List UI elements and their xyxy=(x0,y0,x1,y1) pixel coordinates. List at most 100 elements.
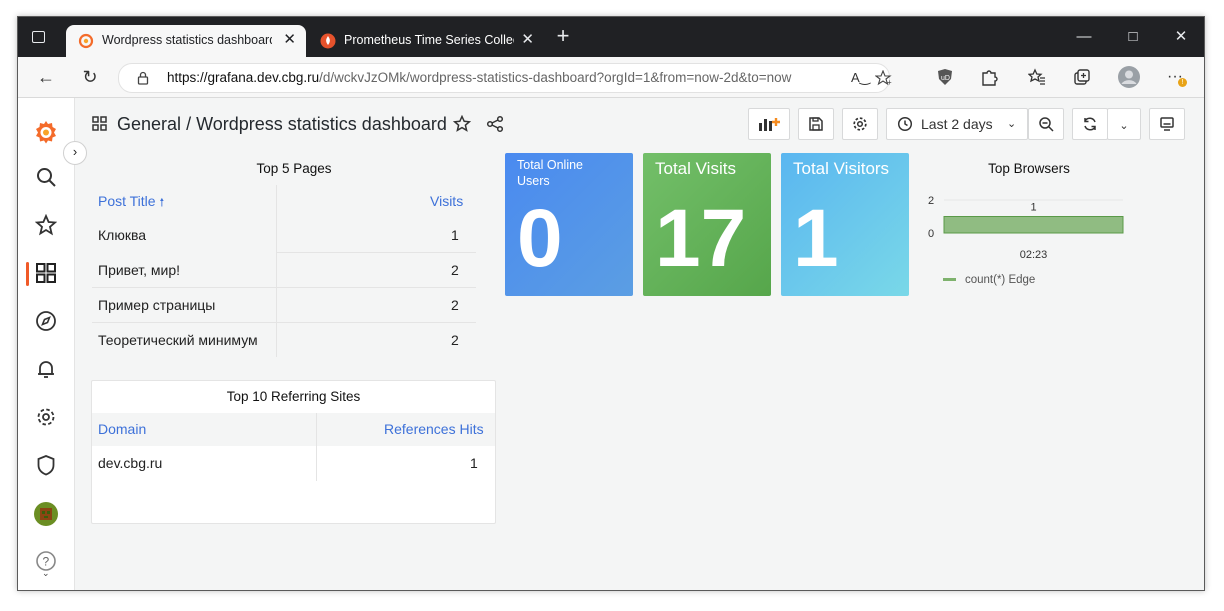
referring-sites-panel: Top 10 Referring Sites Domain References… xyxy=(91,380,496,524)
row-divider xyxy=(276,252,476,253)
add-favorite-icon[interactable]: + xyxy=(875,70,893,86)
row-divider xyxy=(92,322,476,323)
alerting-bell-icon[interactable] xyxy=(35,358,57,380)
bar xyxy=(943,216,1124,234)
grafana-logo-icon[interactable] xyxy=(33,119,59,145)
panel-title: Top 10 Referring Sites xyxy=(226,389,361,404)
top-pages-panel: Top 5 Pages Post Title 🠕 Visits Клюква 1… xyxy=(92,153,496,365)
breadcrumb: General / Wordpress statistics dashboard xyxy=(117,114,447,135)
top-browsers-chart: 2 0 1 02:23 count(*) Edge xyxy=(928,195,1124,286)
address-bar: ← ↻ https://grafana.dev.cbg.ru/d/wckvJzO… xyxy=(18,57,1204,98)
table-cell-title: Пример страницы xyxy=(98,297,216,313)
refresh-icon[interactable]: ↻ xyxy=(80,67,100,87)
folder-link[interactable]: General xyxy=(117,114,181,134)
profile-avatar-icon[interactable] xyxy=(1118,66,1140,88)
save-dashboard-button[interactable] xyxy=(798,108,834,140)
tab-grafana[interactable]: Wordpress statistics dashboard - ✕ xyxy=(66,25,306,57)
server-admin-shield-icon[interactable] xyxy=(35,454,57,476)
grafana-sidebar: ? ⌄ xyxy=(18,98,75,590)
sort-arrow-icon: 🠕 xyxy=(159,197,165,209)
time-range-label: Last 2 days xyxy=(921,116,993,132)
tv-mode-button[interactable] xyxy=(1149,108,1185,140)
column-header-domain[interactable]: Domain xyxy=(98,421,146,437)
add-panel-icon xyxy=(759,118,780,131)
chevron-down-icon: ⌄ xyxy=(1119,120,1129,132)
tab-close-icon[interactable]: ✕ xyxy=(283,31,296,49)
dashboard-settings-button[interactable] xyxy=(842,108,878,140)
clock-icon xyxy=(897,116,913,132)
table-cell-hits: 1 xyxy=(470,455,478,471)
svg-text:uD: uD xyxy=(941,75,950,82)
legend-swatch xyxy=(943,278,956,281)
total-online-users-stat: Total Online Users 0 xyxy=(505,153,633,296)
collections-icon[interactable] xyxy=(1073,68,1091,86)
tab-prometheus[interactable]: Prometheus Time Series Collectio ✕ xyxy=(308,25,544,57)
svg-text:?: ? xyxy=(43,555,50,569)
star-icon[interactable] xyxy=(453,115,471,133)
table-cell-title: Клюква xyxy=(98,227,147,243)
tab-title: Prometheus Time Series Collectio xyxy=(344,33,514,47)
prometheus-favicon-icon xyxy=(320,33,336,49)
y-tick-label: 2 xyxy=(928,195,934,207)
svg-text:+: + xyxy=(887,78,892,86)
url-field[interactable]: https://grafana.dev.cbg.ru/d/wckvJzOMk/w… xyxy=(118,63,893,93)
lock-icon xyxy=(137,71,149,85)
add-panel-button[interactable] xyxy=(748,108,790,140)
table-cell-domain: dev.cbg.ru xyxy=(98,455,163,471)
y-tick-label: 0 xyxy=(928,228,934,240)
favorites-icon[interactable] xyxy=(1028,68,1046,86)
stat-value: 0 xyxy=(517,193,563,284)
update-badge-icon: ! xyxy=(1178,78,1187,87)
x-tick-label: 02:23 xyxy=(1020,249,1048,261)
page-title: Wordpress statistics dashboard xyxy=(196,114,447,134)
data-label: 1 xyxy=(1030,202,1036,214)
time-picker-button[interactable]: Last 2 days ⌄ xyxy=(886,108,1028,140)
starred-icon[interactable] xyxy=(35,214,57,236)
url-text: https://grafana.dev.cbg.ru/d/wckvJzOMk/w… xyxy=(167,70,792,85)
new-tab-button[interactable]: + xyxy=(552,25,574,47)
extensions-icon[interactable] xyxy=(980,68,998,86)
zoom-out-icon xyxy=(1039,117,1054,132)
column-header-references-hits[interactable]: References Hits xyxy=(384,421,484,437)
tab-close-icon[interactable]: ✕ xyxy=(521,31,534,49)
chevron-down-icon: ⌄ xyxy=(42,568,50,578)
stat-title: Total Online Users xyxy=(517,158,584,188)
read-aloud-icon[interactable]: A‿ xyxy=(851,70,870,86)
back-icon[interactable]: ← xyxy=(36,67,56,87)
tab-bar: Wordpress statistics dashboard - ✕ Prome… xyxy=(18,17,1204,57)
settings-gear-icon xyxy=(853,117,867,131)
ublock-icon[interactable]: uD xyxy=(936,68,954,86)
top-browsers-panel: Top Browsers 2 0 1 02:23 count(*) Edge xyxy=(918,153,1140,293)
zoom-out-button[interactable] xyxy=(1028,108,1064,140)
row-divider xyxy=(92,287,476,288)
refresh-dashboard-button[interactable] xyxy=(1072,108,1108,140)
refresh-interval-button[interactable]: ⌄ xyxy=(1107,108,1141,140)
stat-title: Total Visits xyxy=(655,159,736,178)
save-icon xyxy=(809,117,823,131)
table-cell-visits: 1 xyxy=(451,227,459,243)
column-header-visits[interactable]: Visits xyxy=(430,193,463,209)
breadcrumb-separator: / xyxy=(186,114,192,134)
table-cell-title: Привет, мир! xyxy=(98,262,181,278)
legend-label: count(*) Edge xyxy=(965,274,1035,286)
chevron-down-icon: ⌄ xyxy=(1007,118,1017,130)
table-cell-visits: 2 xyxy=(451,297,459,313)
tab-actions-icon[interactable] xyxy=(32,31,45,43)
panel-title: Top 5 Pages xyxy=(256,161,332,176)
sidebar-expand-button[interactable]: › xyxy=(63,141,87,165)
maximize-icon[interactable]: □ xyxy=(1123,27,1143,47)
user-avatar-icon[interactable] xyxy=(34,502,58,526)
dashboard-grid-icon xyxy=(92,116,107,131)
column-header-post-title[interactable]: Post Title 🠕 xyxy=(98,193,164,213)
minimize-icon[interactable]: — xyxy=(1074,27,1094,47)
stat-value: 17 xyxy=(655,193,747,284)
close-window-icon[interactable]: ✕ xyxy=(1171,27,1191,47)
stat-value: 1 xyxy=(793,193,839,284)
chart-title: Top Browsers xyxy=(988,161,1070,176)
search-icon[interactable] xyxy=(35,166,57,188)
monitor-icon xyxy=(1160,117,1174,131)
explore-compass-icon[interactable] xyxy=(35,310,57,332)
configuration-gear-icon[interactable] xyxy=(35,406,57,428)
dashboards-icon[interactable] xyxy=(35,262,57,284)
share-icon[interactable] xyxy=(486,115,504,133)
